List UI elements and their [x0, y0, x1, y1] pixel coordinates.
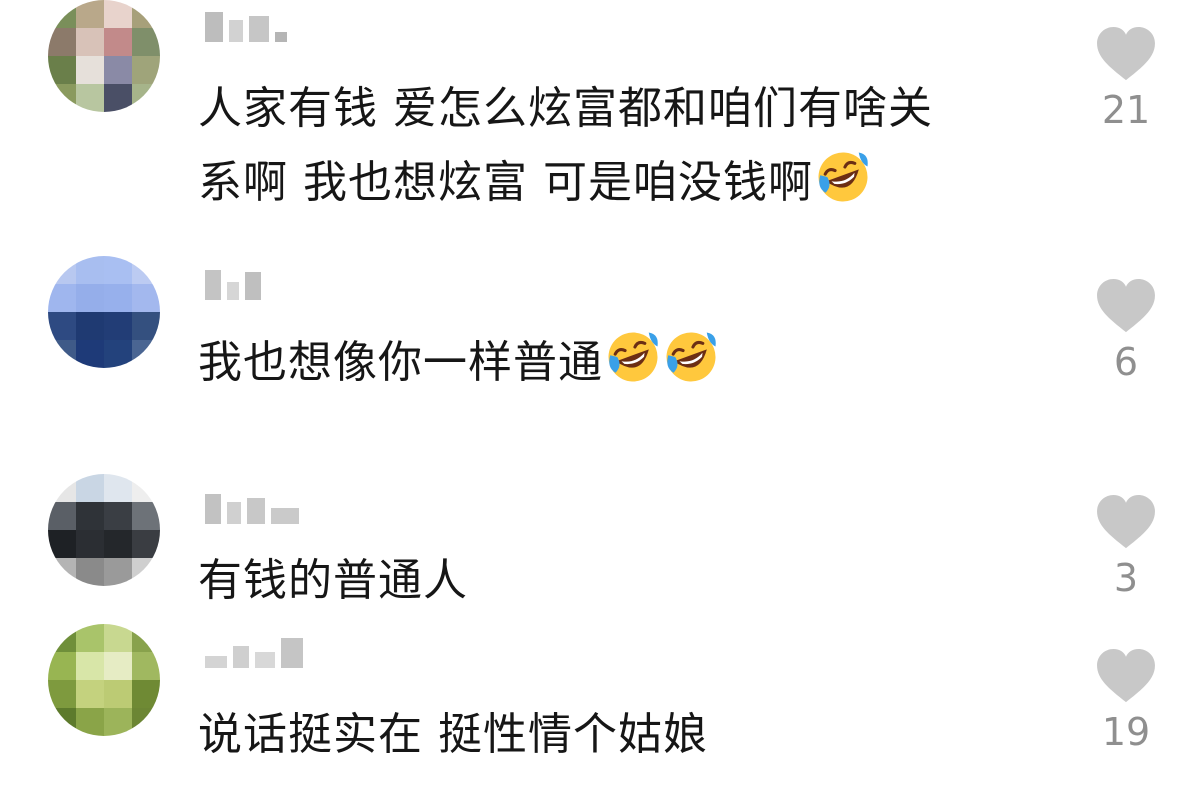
comment-text-line: 系啊 我也想炫富 可是咱没钱啊 [198, 146, 933, 220]
like-button[interactable]: 19 [1090, 648, 1162, 754]
comment-text-line: 说话挺实在 挺性情个姑娘 [198, 709, 708, 760]
avatar[interactable] [48, 256, 160, 368]
like-count: 19 [1101, 710, 1151, 754]
username-blurred[interactable] [205, 490, 299, 524]
like-button[interactable]: 6 [1090, 278, 1162, 384]
username-blurred[interactable] [205, 8, 287, 42]
rofl-emoji [663, 329, 719, 385]
like-button[interactable]: 21 [1090, 26, 1162, 132]
username-blurred[interactable] [205, 266, 261, 300]
comment-text: 我也想像你一样普通 [198, 326, 719, 400]
avatar[interactable] [48, 624, 160, 736]
like-count: 6 [1113, 340, 1139, 384]
heart-icon[interactable] [1095, 26, 1157, 82]
avatar[interactable] [48, 0, 160, 112]
comment-text-line: 我也想像你一样普通 [198, 326, 719, 400]
comment-text: 有钱的普通人 [198, 544, 468, 618]
heart-icon[interactable] [1095, 278, 1157, 334]
rofl-emoji [605, 329, 661, 385]
comment-text-line: 人家有钱 爱怎么炫富都和咱们有啥关 [198, 83, 933, 134]
like-count: 21 [1101, 88, 1151, 132]
like-button[interactable]: 3 [1090, 494, 1162, 600]
heart-icon[interactable] [1095, 494, 1157, 550]
comment-text: 人家有钱 爱怎么炫富都和咱们有啥关 系啊 我也想炫富 可是咱没钱啊 [198, 72, 933, 220]
avatar[interactable] [48, 474, 160, 586]
heart-icon[interactable] [1095, 648, 1157, 704]
username-blurred[interactable] [205, 634, 303, 668]
comment-text-line: 有钱的普通人 [198, 555, 468, 606]
comment-text: 说话挺实在 挺性情个姑娘 [198, 698, 708, 772]
like-count: 3 [1113, 556, 1139, 600]
rofl-emoji [815, 149, 871, 205]
